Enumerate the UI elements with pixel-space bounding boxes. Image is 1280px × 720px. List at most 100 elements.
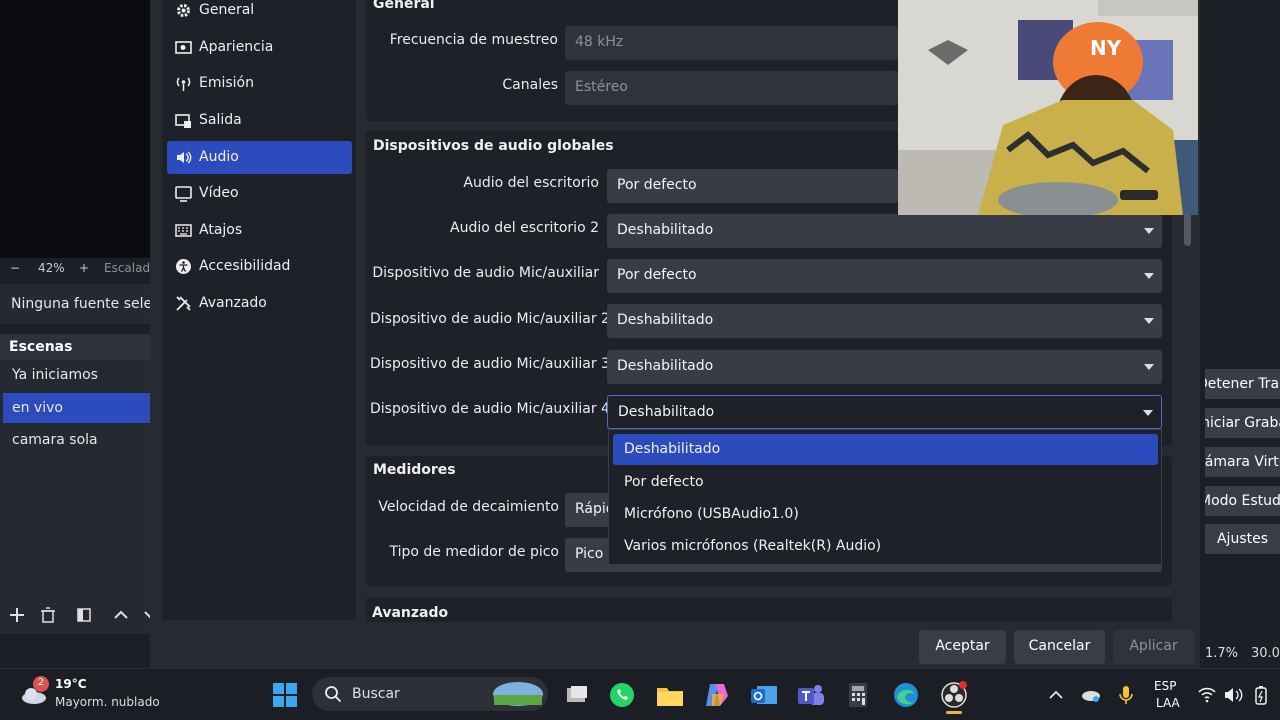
nav-label: Atajos — [199, 222, 243, 238]
scene-item-active[interactable]: en vivo — [3, 393, 150, 423]
dropdown-option[interactable]: Deshabilitado — [613, 434, 1158, 465]
keyboard-icon — [175, 222, 192, 239]
source-info: Ninguna fuente seleccionada — [0, 284, 150, 324]
microphone-icon[interactable] — [1115, 680, 1137, 710]
stop-stream-button[interactable]: Detener Transmisión — [1205, 369, 1280, 399]
language-bottom[interactable]: LAA — [1156, 696, 1180, 710]
desktop-audio-select[interactable]: Por defecto — [607, 169, 898, 203]
broadcast-icon — [175, 75, 192, 92]
mic-aux-select[interactable]: Por defecto — [607, 259, 1162, 293]
weather-badge: 2 — [33, 676, 49, 692]
wifi-icon[interactable] — [1196, 680, 1218, 710]
settings-button[interactable]: Ajustes — [1205, 524, 1280, 554]
search-icon — [324, 685, 342, 703]
row-label: Dispositivo de audio Mic/auxiliar 4 — [370, 401, 610, 417]
edge-icon[interactable] — [891, 680, 921, 710]
outlook-icon[interactable] — [749, 680, 779, 710]
zoom-out-button[interactable]: − — [10, 261, 20, 275]
mic-aux-4-select[interactable]: Deshabilitado — [607, 395, 1162, 429]
copilot-icon[interactable] — [702, 680, 732, 710]
studio-mode-button[interactable]: Modo Estudio — [1205, 486, 1280, 516]
desktop-audio-2-select[interactable]: Deshabilitado — [607, 214, 1162, 248]
channels-label: Canales — [502, 77, 558, 93]
advanced-group — [366, 598, 1172, 622]
obs-icon[interactable] — [939, 680, 969, 710]
virtual-camera-button[interactable]: Cámara Virtual — [1205, 447, 1280, 477]
nav-video[interactable]: Vídeo — [167, 177, 352, 210]
search-highlight-icon — [492, 681, 544, 707]
output-icon — [175, 112, 192, 129]
mic-aux-2-select[interactable]: Deshabilitado — [607, 304, 1162, 338]
apply-button[interactable]: Aplicar — [1113, 630, 1194, 664]
move-up-icon[interactable] — [112, 606, 130, 624]
windows-start-icon[interactable] — [270, 680, 300, 710]
nav-audio[interactable]: Audio — [167, 141, 352, 174]
nav-label: Emisión — [199, 75, 254, 91]
appearance-icon — [175, 39, 192, 56]
dropdown-option[interactable]: Varios micrófonos (Realtek(R) Audio) — [613, 531, 1158, 562]
whatsapp-icon[interactable] — [607, 680, 637, 710]
chevron-down-icon — [1144, 273, 1154, 279]
trash-icon[interactable] — [39, 606, 57, 624]
zoom-in-button[interactable]: + — [79, 261, 89, 275]
chevron-down-icon — [1144, 228, 1154, 234]
filters-icon[interactable] — [75, 606, 93, 624]
battery-icon[interactable] — [1250, 680, 1272, 710]
language-top[interactable]: ESP — [1154, 679, 1176, 693]
nav-label: Audio — [199, 149, 239, 165]
task-view-icon[interactable] — [562, 680, 592, 710]
cpu-usage: 1.7% — [1205, 646, 1239, 661]
scene-item[interactable]: Ya iniciamos — [3, 360, 150, 390]
audio-device-dropdown: Deshabilitado Por defecto Micrófono (USB… — [608, 429, 1162, 565]
row-label: Audio del escritorio — [463, 175, 599, 191]
row-label: Dispositivo de audio Mic/auxiliar 3 — [370, 356, 610, 372]
channels-field[interactable]: Estéreo — [565, 71, 898, 105]
nav-label: Apariencia — [199, 39, 274, 55]
zoom-bar: − 42% + Escalado — [0, 258, 157, 278]
webcam-overlay: NY — [898, 0, 1198, 215]
nav-hotkeys[interactable]: Atajos — [167, 214, 352, 247]
nav-accessibility[interactable]: Accesibilidad — [167, 250, 352, 283]
calculator-icon[interactable] — [843, 680, 873, 710]
select-value: Por defecto — [617, 177, 697, 193]
nav-output[interactable]: Salida — [167, 104, 352, 137]
preview-area[interactable] — [0, 0, 150, 258]
row-label: Dispositivo de audio Mic/auxiliar — [372, 265, 599, 281]
taskbar-search[interactable]: Buscar — [312, 677, 548, 711]
chevron-down-icon — [1143, 410, 1153, 416]
scenes-panel: Escenas Ya iniciamos en vivo camara sola — [0, 334, 150, 634]
volume-icon[interactable] — [1222, 680, 1244, 710]
sample-rate-field[interactable]: 48 kHz — [565, 26, 898, 60]
nav-appearance[interactable]: Apariencia — [167, 31, 352, 64]
webcam-image: NY — [898, 0, 1198, 215]
speaker-icon — [175, 149, 192, 166]
select-value: Deshabilitado — [617, 312, 714, 328]
teams-icon[interactable] — [796, 680, 826, 710]
monitor-icon — [175, 185, 192, 202]
chevron-down-icon — [1144, 364, 1154, 370]
select-value: Deshabilitado — [617, 222, 714, 238]
dropdown-option[interactable]: Micrófono (USBAudio1.0) — [613, 499, 1158, 530]
scene-item[interactable]: camara sola — [3, 425, 150, 455]
gear-icon — [175, 2, 192, 19]
cancel-button[interactable]: Cancelar — [1014, 630, 1105, 664]
mic-aux-3-select[interactable]: Deshabilitado — [607, 350, 1162, 384]
onedrive-icon[interactable] — [1080, 680, 1102, 710]
file-explorer-icon[interactable] — [655, 680, 685, 710]
row-label: Dispositivo de audio Mic/auxiliar 2 — [370, 311, 610, 327]
accessibility-icon — [175, 258, 192, 275]
start-recording-button[interactable]: Iniciar Grabación — [1205, 408, 1280, 438]
scene-toolbar — [0, 602, 150, 628]
group-title-meters: Medidores — [373, 462, 456, 478]
nav-broadcast[interactable]: Emisión — [167, 67, 352, 100]
group-title-general: General — [373, 0, 435, 12]
nav-label: General — [199, 2, 255, 18]
chevron-down-icon — [1144, 318, 1154, 324]
accept-button[interactable]: Aceptar — [919, 630, 1006, 664]
dropdown-option[interactable]: Por defecto — [613, 467, 1158, 498]
move-down-icon[interactable] — [142, 606, 150, 624]
chevron-up-icon[interactable] — [1046, 680, 1066, 710]
nav-advanced[interactable]: Avanzado — [167, 287, 352, 320]
add-scene-icon[interactable] — [8, 606, 26, 624]
nav-general[interactable]: General — [167, 0, 352, 27]
